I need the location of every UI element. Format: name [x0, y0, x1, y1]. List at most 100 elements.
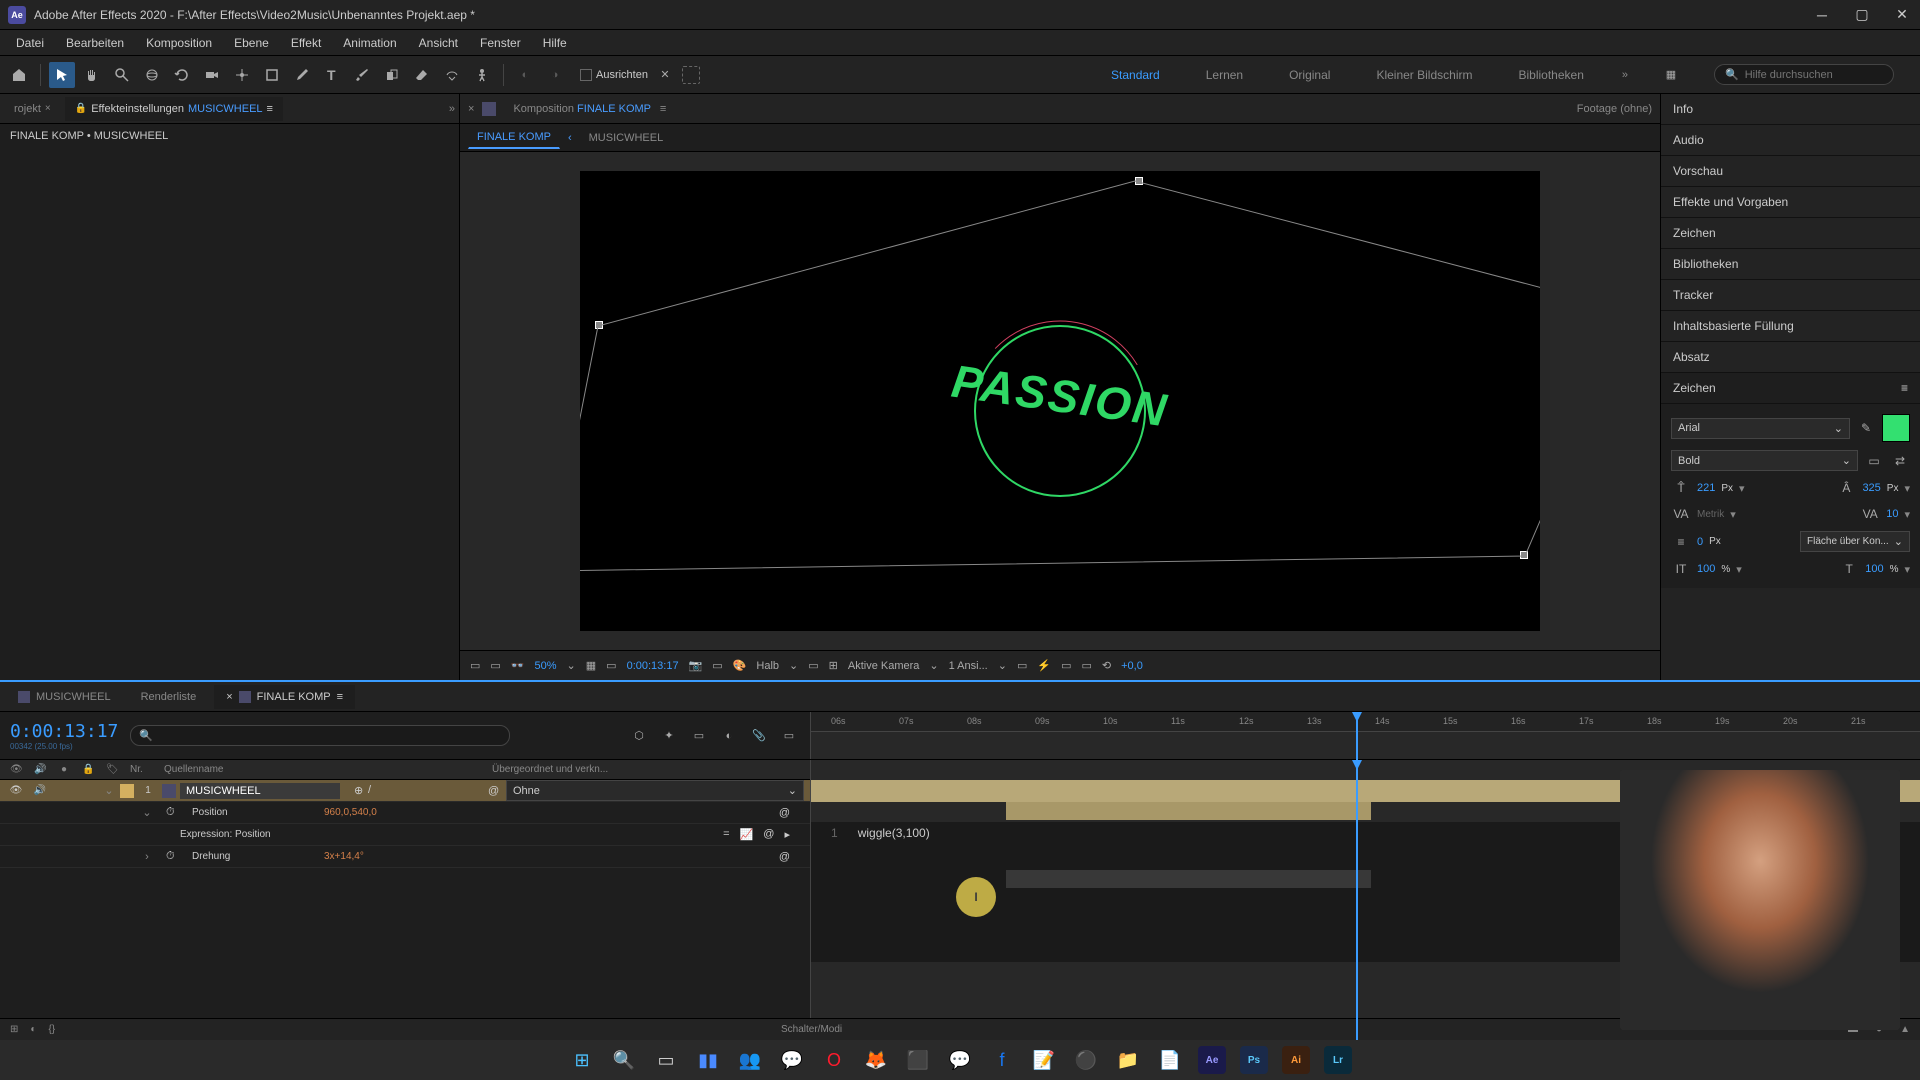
menu-animation[interactable]: Animation [333, 32, 406, 54]
shape-tool[interactable] [259, 62, 285, 88]
show-snapshot-icon[interactable]: ▭ [712, 659, 722, 672]
timeline-timecode[interactable]: 0:00:13:17 [10, 721, 118, 742]
anchor-tool[interactable] [229, 62, 255, 88]
expr-pickwhip-icon[interactable]: @ [763, 828, 774, 841]
video-toggle[interactable]: 👁 [6, 785, 26, 796]
taskbar-app[interactable]: ⬛ [901, 1043, 935, 1077]
workspace-original[interactable]: Original [1281, 64, 1338, 86]
audio-switch-icon[interactable]: 🔊 [30, 764, 50, 775]
resolution-dropdown[interactable]: Halb [756, 660, 779, 672]
taskbar-widgets[interactable]: ▮▮ [691, 1043, 725, 1077]
resolution-icon[interactable]: ▦ [586, 659, 596, 672]
property-drehung[interactable]: › ⏱ Drehung 3x+14,4° @ [0, 846, 810, 868]
workspace-kleiner[interactable]: Kleiner Bildschirm [1368, 64, 1480, 86]
exposure-reset-icon[interactable]: ⟲ [1102, 659, 1111, 672]
taskbar-illustrator[interactable]: Ai [1279, 1043, 1313, 1077]
views-dropdown[interactable]: 1 Ansi... [949, 660, 988, 672]
tracking-value[interactable]: 10 [1886, 508, 1898, 520]
video-switch-icon[interactable]: 👁 [6, 764, 26, 775]
eyedropper-icon[interactable]: ✎ [1856, 419, 1876, 437]
panel-zeichen-open[interactable]: Zeichen≡ [1661, 373, 1920, 404]
taskbar-whatsapp[interactable]: 💬 [775, 1043, 809, 1077]
cti-track[interactable] [1356, 760, 1358, 1018]
taskbar-obs[interactable]: ⚫ [1069, 1043, 1103, 1077]
comp-close-icon[interactable]: × [468, 103, 474, 115]
toggle-modes-icon[interactable]: ◐ [30, 1024, 36, 1035]
expr-language-icon[interactable]: ▸ [784, 828, 790, 841]
menu-bearbeiten[interactable]: Bearbeiten [56, 32, 134, 54]
workspace-standard[interactable]: Standard [1103, 64, 1168, 86]
taskbar-facebook[interactable]: f [985, 1043, 1019, 1077]
taskbar-aftereffects[interactable]: Ae [1195, 1043, 1229, 1077]
comp-mini-flowchart-icon[interactable]: ⬡ [628, 725, 650, 747]
leading-value[interactable]: 325 [1862, 482, 1880, 494]
menu-hilfe[interactable]: Hilfe [533, 32, 577, 54]
close-button[interactable]: ✕ [1892, 5, 1912, 25]
panel-info[interactable]: Info [1661, 94, 1920, 125]
frame-blend-icon[interactable]: ▭ [688, 725, 710, 747]
menu-komposition[interactable]: Komposition [136, 32, 222, 54]
mask-icon[interactable]: 👓 [511, 659, 525, 672]
comp-flowchart-icon[interactable]: ▭ [1081, 659, 1091, 672]
eraser-tool[interactable] [409, 62, 435, 88]
clone-tool[interactable] [379, 62, 405, 88]
parent-dropdown[interactable]: Ohne⌄ [506, 780, 804, 801]
taskbar-messenger[interactable]: 💬 [943, 1043, 977, 1077]
stroke-value[interactable]: 0 [1697, 536, 1703, 548]
timeline-search[interactable]: 🔍 [130, 725, 510, 746]
region-icon[interactable]: ▭ [808, 659, 818, 672]
taskbar-search[interactable]: 🔍 [607, 1043, 641, 1077]
panel-tracker[interactable]: Tracker [1661, 280, 1920, 311]
home-tool[interactable] [6, 62, 32, 88]
taskbar-firefox[interactable]: 🦊 [859, 1043, 893, 1077]
taskbar-teams[interactable]: 👥 [733, 1043, 767, 1077]
hand-tool[interactable] [79, 62, 105, 88]
zoom-in-icon[interactable]: ▲ [1900, 1024, 1910, 1035]
mask-mode2-icon[interactable]: ◑ [542, 62, 568, 88]
panel-menu-icon[interactable]: ≡ [1901, 381, 1908, 395]
taskbar-opera[interactable]: O [817, 1043, 851, 1077]
pixel-aspect-icon[interactable]: ▭ [1017, 659, 1027, 672]
mask-mode-icon[interactable]: ◐ [512, 62, 538, 88]
camera-dropdown[interactable]: Aktive Kamera [848, 660, 920, 672]
vscale-value[interactable]: 100 [1697, 563, 1715, 575]
project-tab[interactable]: rojekt× [4, 97, 61, 121]
font-family-dropdown[interactable]: Arial⌄ [1671, 418, 1850, 439]
color-mgmt-icon[interactable]: 🎨 [733, 659, 747, 672]
switches-modes-label[interactable]: Schalter/Modi [781, 1024, 842, 1035]
toggle-pane-icon[interactable]: {} [48, 1024, 55, 1035]
snap-icon[interactable]: ✕ [652, 62, 678, 88]
help-search-input[interactable] [1745, 69, 1887, 81]
graph-editor-icon[interactable]: 📎 [748, 725, 770, 747]
grid-icon[interactable]: ⊞ [829, 659, 838, 672]
panel-audio[interactable]: Audio [1661, 125, 1920, 156]
fill-color-swatch[interactable] [1882, 414, 1910, 442]
solo-switch-icon[interactable]: ● [54, 764, 74, 775]
drehung-value[interactable]: 3x+14,4° [324, 851, 364, 862]
taskbar-editor[interactable]: 📄 [1153, 1043, 1187, 1077]
layer-twirl[interactable]: ⌄ [102, 784, 116, 797]
taskbar-lightroom[interactable]: Lr [1321, 1043, 1355, 1077]
puppet-tool[interactable] [469, 62, 495, 88]
zoom-value[interactable]: 50% [535, 660, 557, 672]
panel-effekte[interactable]: Effekte und Vorgaben [1661, 187, 1920, 218]
transform-handle[interactable] [595, 321, 603, 329]
layer-row-1[interactable]: 👁 🔊 ⌄ 1 MUSICWHEEL ⊕/ @ Ohne⌄ [0, 780, 810, 802]
zoom-tool[interactable] [109, 62, 135, 88]
resolution-drop-icon[interactable]: ⌄ [789, 659, 798, 672]
timeline-tab-renderliste[interactable]: Renderliste [129, 685, 209, 709]
minimize-button[interactable]: ─ [1812, 5, 1832, 25]
panel-menu-icon[interactable]: ≡ [267, 103, 273, 115]
taskbar-explorer[interactable]: 📁 [1111, 1043, 1145, 1077]
viewer-timecode[interactable]: 0:00:13:17 [627, 660, 679, 672]
subtab-musicwheel[interactable]: MUSICWHEEL [580, 127, 673, 149]
rotate-tool[interactable] [169, 62, 195, 88]
help-search[interactable]: 🔍 [1714, 64, 1894, 85]
transparency-icon[interactable]: ▭ [490, 659, 500, 672]
label-icon[interactable]: 🏷 [102, 764, 122, 775]
layer-name[interactable]: MUSICWHEEL [180, 783, 340, 799]
draft3d-icon[interactable]: ✦ [658, 725, 680, 747]
expression-text[interactable]: wiggle(3,100) [858, 826, 930, 840]
menu-datei[interactable]: Datei [6, 32, 54, 54]
panel-inhalt[interactable]: Inhaltsbasierte Füllung [1661, 311, 1920, 342]
